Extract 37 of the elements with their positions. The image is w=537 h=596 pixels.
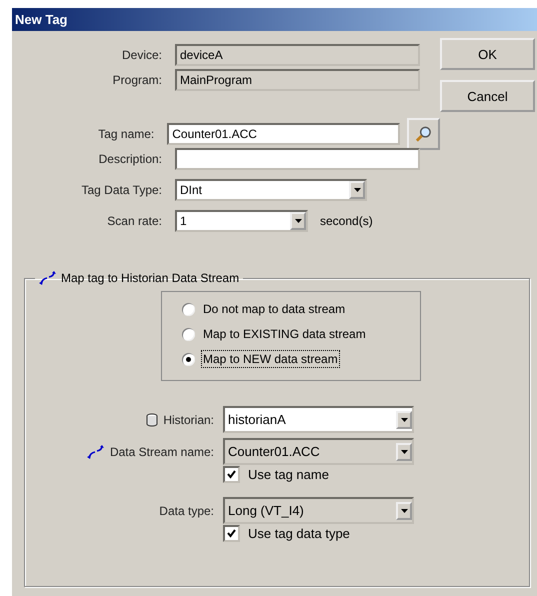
radio-button[interactable] [182,302,195,316]
dropdown-arrow-icon [400,450,408,454]
field-label: Historian: [163,412,214,426]
text-field[interactable]: Counter01.ACC [167,123,400,145]
radio-label[interactable]: Do not map to data stream [201,300,348,318]
search-icon [415,125,432,143]
radio-label[interactable]: Map to EXISTING data stream [201,325,368,343]
radio-button[interactable] [182,352,195,366]
field-label: Tag name: [97,127,154,141]
field-label: Data Stream name: [110,444,214,458]
dropdown-arrow-icon [354,188,360,192]
dropdown-arrow-icon [294,219,302,223]
dropdown-field[interactable]: historianA [223,406,414,433]
dropdown-arrow-icon [400,418,408,422]
field-label: Description: [98,152,162,166]
radio-label[interactable]: Map to NEW data stream [201,350,340,368]
unit-label: second(s) [320,214,373,228]
curved-arrows-icon [39,271,57,285]
database-icon [146,412,158,426]
dropdown-field[interactable]: 1 [175,210,308,232]
field-label: Tag Data Type: [80,183,162,197]
field-label: Program: [112,73,162,87]
checkmark-icon [227,529,236,538]
field-label: Scan rate: [106,214,162,228]
text-field[interactable] [175,148,420,170]
radio-button[interactable] [182,328,195,340]
dialog-button[interactable]: OK [440,38,535,70]
checkmark-icon [227,470,236,479]
group-title: Map tag to Historian Data Stream [61,271,240,285]
dropdown-field[interactable]: DInt [175,179,367,201]
field-label: Data type: [159,504,214,518]
field-label: Device: [120,48,162,62]
window-title: New Tag [12,8,537,31]
curved-arrows-icon [86,444,105,458]
dropdown-arrow-icon [400,508,408,512]
dialog-button[interactable]: Cancel [440,80,535,112]
search-button[interactable] [407,118,440,150]
